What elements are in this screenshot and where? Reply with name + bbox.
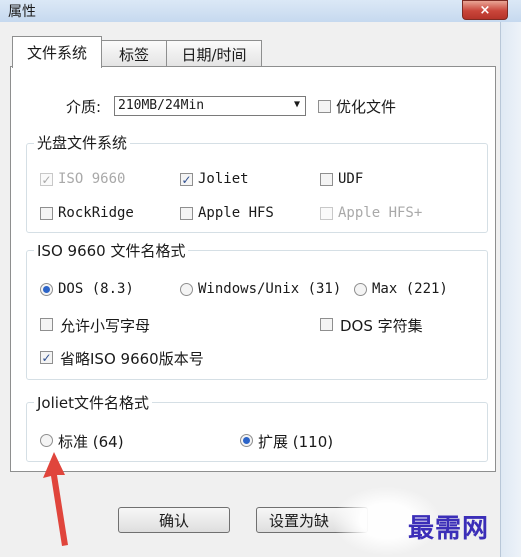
set-default-button-label: 设置为缺 [269,511,330,530]
window-frame-edge [500,22,521,557]
windows-unix-label: Windows/Unix (31) [198,281,342,297]
chevron-down-icon: ▼ [293,99,300,110]
tab-filesystem-label: 文件系统 [26,44,87,62]
optimize-checkbox[interactable] [318,100,331,113]
windows-unix-radio[interactable] [180,283,193,296]
dos-charset-checkbox[interactable] [320,318,333,331]
allow-lowercase-label: 允许小写字母 [60,317,151,335]
joliet-extended-radio[interactable] [240,434,253,447]
joliet-names-legend: Joliet文件名格式 [34,392,153,413]
udf-label: UDF [338,171,364,187]
disc-fs-legend: 光盘文件系统 [34,132,131,153]
joliet-label: Joliet [198,171,249,187]
tab-datetime-label: 日期/时间 [181,45,247,64]
close-button[interactable]: × [462,0,508,20]
omit-version-label: 省略ISO 9660版本号 [60,350,204,368]
annotation-arrow-icon [43,452,68,546]
apple-hfs-checkbox[interactable] [180,207,193,220]
tab-labels[interactable]: 标签 [101,40,167,67]
ok-button-label: 确认 [158,511,189,530]
dos-charset-label: DOS 字符集 [340,317,423,335]
title-bar [0,0,521,23]
joliet-checkbox[interactable]: ✓ [180,173,193,186]
max-label: Max (221) [372,281,448,297]
ok-button[interactable]: 确认 [118,507,230,533]
iso9660-label: ISO 9660 [58,171,126,187]
dos-83-radio[interactable] [40,283,53,296]
omit-version-checkbox[interactable]: ✓ [40,351,53,364]
tab-labels-label: 标签 [118,45,149,64]
rockridge-label: RockRidge [58,205,134,221]
tab-datetime[interactable]: 日期/时间 [166,40,262,67]
allow-lowercase-checkbox[interactable] [40,318,53,331]
media-label: 介质: [66,98,102,116]
joliet-standard-radio[interactable] [40,434,53,447]
joliet-extended-label: 扩展 (110) [258,433,334,451]
apple-hfs-label: Apple HFS [198,205,274,221]
media-select[interactable]: 210MB/24Min ▼ [114,96,306,116]
apple-hfs-plus-label: Apple HFS+ [338,205,423,221]
dos-83-label: DOS (8.3) [58,281,134,297]
iso-names-legend: ISO 9660 文件名格式 [34,240,189,261]
udf-checkbox[interactable] [320,173,333,186]
tab-filesystem[interactable]: 文件系统 [12,36,102,68]
watermark-logo: 最需网 [408,514,490,544]
window-title: 属性 [8,4,36,20]
media-select-value: 210MB/24Min [118,98,205,113]
rockridge-checkbox[interactable] [40,207,53,220]
apple-hfs-plus-checkbox[interactable] [320,207,333,220]
max-radio[interactable] [354,283,367,296]
iso9660-checkbox[interactable]: ✓ [40,173,53,186]
close-icon: × [479,2,491,18]
optimize-label: 优化文件 [336,98,397,116]
